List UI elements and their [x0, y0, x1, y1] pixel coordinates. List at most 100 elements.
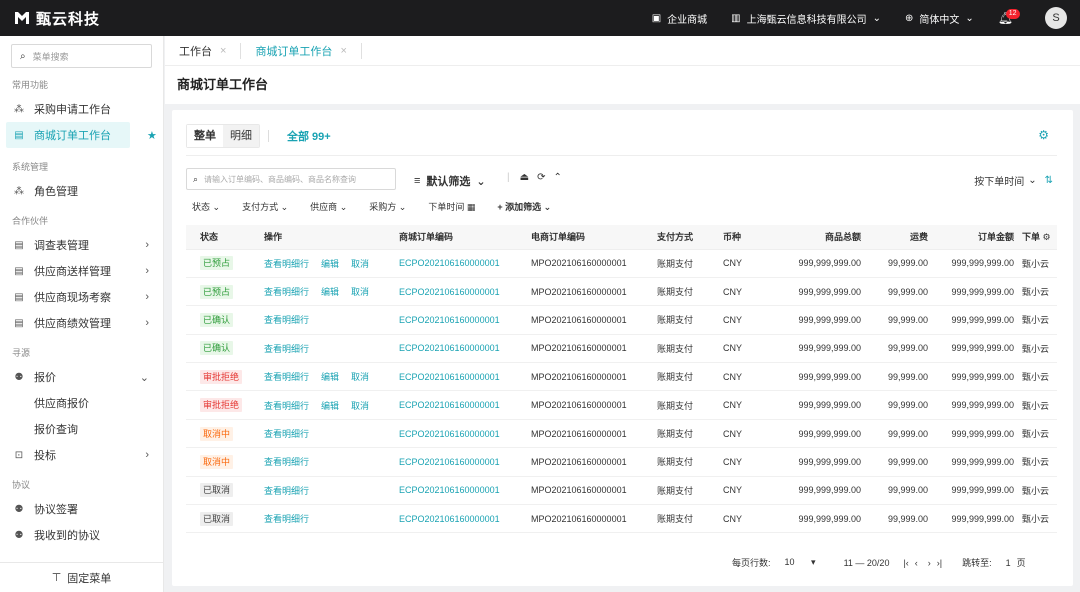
sidebar-item-agreement-sign[interactable]: ⚉ 协议签署	[0, 496, 163, 522]
view-details-link[interactable]: 查看明细行	[264, 344, 309, 354]
filter-buyer[interactable]: 采购方 ⌄	[369, 200, 406, 213]
first-page-icon[interactable]: |‹	[903, 558, 908, 568]
filter-status[interactable]: 状态 ⌄	[192, 200, 220, 213]
cancel-link[interactable]: 取消	[351, 259, 369, 269]
cancel-link[interactable]: 取消	[351, 287, 369, 297]
order-search-input[interactable]: ⌕ 请输入订单编码、商品编码、商品名称查询	[186, 168, 396, 190]
table-row[interactable]: 审批拒绝 查看明细行 编辑 取消 ECPO202106160000001 MPO20210…	[186, 390, 1057, 420]
view-details-link[interactable]: 查看明细行	[264, 514, 309, 524]
order-code-link[interactable]: ECPO202106160000001	[399, 343, 500, 353]
sidebar-item-quote[interactable]: ⚉ 报价 ⌄	[0, 364, 163, 390]
column-header-with-settings[interactable]: 下单 ⚙	[1022, 225, 1057, 250]
column-header[interactable]: 订单金额	[936, 225, 1022, 250]
order-code-link[interactable]: ECPO202106160000001	[399, 372, 500, 382]
tab-workbench[interactable]: 工作台 ×	[165, 42, 242, 59]
edit-link[interactable]: 编辑	[321, 259, 339, 269]
edit-link[interactable]: 编辑	[321, 401, 339, 411]
sort-order-icon[interactable]: ⇅	[1045, 175, 1053, 186]
order-code-link[interactable]: ECPO202106160000001	[399, 514, 500, 524]
sidebar-item-sample[interactable]: ▤ 供应商送样管理 ›	[0, 258, 163, 284]
table-row[interactable]: 已确认 查看明细行 ECPO202106160000001 MPO2021061600…	[186, 305, 1057, 335]
table-row[interactable]: 取消中 查看明细行 ECPO202106160000001 MPO2021061600…	[186, 419, 1057, 449]
sidebar-item-role-mgmt[interactable]: ⁂ 角色管理	[0, 178, 163, 204]
menu-search-input[interactable]: ⌕ 菜单搜索	[11, 44, 152, 68]
brand-logo[interactable]: 甄云科技	[14, 8, 100, 29]
page-range: 11 — 20/20	[843, 557, 890, 568]
column-header[interactable]: 电商订单编码	[531, 225, 657, 250]
tab-mall-order[interactable]: 商城订单工作台 ×	[241, 42, 362, 59]
notification-button[interactable]: 🔔︎ 12	[998, 9, 1020, 25]
order-code-link[interactable]: ECPO202106160000001	[399, 315, 500, 325]
column-header[interactable]: 运费	[869, 225, 936, 250]
page-input[interactable]: 1	[1006, 558, 1011, 568]
refresh-icon[interactable]: ⟳	[537, 172, 545, 183]
seg-detail[interactable]: 明细	[223, 125, 259, 147]
view-details-link[interactable]: 查看明细行	[264, 259, 309, 269]
sidebar-item-mall-order[interactable]: ▤ 商城订单工作台 ★	[6, 122, 157, 148]
filter-order-time[interactable]: 下单时间 ▦	[428, 200, 475, 213]
next-page-icon[interactable]: ›	[928, 558, 931, 568]
seg-whole-order[interactable]: 整单	[187, 125, 223, 147]
sidebar-item-onsite[interactable]: ▤ 供应商现场考察 ›	[0, 284, 163, 310]
default-filter-dropdown[interactable]: ≡ 默认筛选 ⌄	[414, 173, 486, 189]
pin-menu-button[interactable]: ⊤ 固定菜单	[0, 562, 163, 592]
prev-page-icon[interactable]: ‹	[915, 558, 918, 568]
view-details-link[interactable]: 查看明细行	[264, 372, 309, 382]
column-header[interactable]: 操作	[264, 225, 399, 250]
order-code-link[interactable]: ECPO202106160000001	[399, 258, 500, 268]
sidebar-item-purchase-request[interactable]: ⁂ 采购申请工作台	[0, 96, 163, 122]
view-details-link[interactable]: 查看明细行	[264, 429, 309, 439]
export-icon[interactable]: ⏏	[520, 172, 529, 183]
close-icon[interactable]: ×	[220, 45, 226, 57]
column-header[interactable]: 币种	[723, 225, 767, 250]
cancel-link[interactable]: 取消	[351, 372, 369, 382]
table-row[interactable]: 已预占 查看明细行 编辑 取消 ECPO202106160000001 MPO202106…	[186, 249, 1057, 278]
view-details-link[interactable]: 查看明细行	[264, 315, 309, 325]
sort-dropdown[interactable]: 按下单时间 ⌄ ⇅	[974, 173, 1053, 188]
language-selector[interactable]: ⊕ 简体中文 ⌄	[905, 11, 974, 26]
edit-link[interactable]: 编辑	[321, 372, 339, 382]
view-details-link[interactable]: 查看明细行	[264, 287, 309, 297]
view-details-link[interactable]: 查看明细行	[264, 401, 309, 411]
column-header[interactable]: 状态	[186, 225, 264, 250]
mall-link[interactable]: ▣ 企业商城	[652, 11, 707, 26]
order-code-link[interactable]: ECPO202106160000001	[399, 457, 500, 467]
table-row[interactable]: 已预占 查看明细行 编辑 取消 ECPO202106160000001 MPO202106…	[186, 277, 1057, 307]
company-selector[interactable]: ▥ 上海甄云信息科技有限公司 ⌄	[731, 11, 881, 26]
last-page-icon[interactable]: ›|	[937, 558, 942, 568]
sidebar-item-supplier-quote[interactable]: 供应商报价	[0, 390, 163, 416]
rows-per-page-select[interactable]: 10 ▾	[785, 557, 830, 568]
close-icon[interactable]: ×	[340, 45, 346, 57]
sidebar-item-performance[interactable]: ▤ 供应商绩效管理 ›	[0, 310, 163, 336]
table-row[interactable]: 已确认 查看明细行 ECPO202106160000001 MPO2021061600…	[186, 334, 1057, 364]
view-details-link[interactable]: 查看明细行	[264, 486, 309, 496]
gear-icon[interactable]: ⚙	[1043, 232, 1051, 242]
cancel-link[interactable]: 取消	[351, 401, 369, 411]
filter-payment[interactable]: 支付方式 ⌄	[242, 200, 288, 213]
add-filter-button[interactable]: + 添加筛选 ⌄	[497, 200, 551, 213]
column-header[interactable]: 商城订单编码	[399, 225, 531, 250]
column-header[interactable]: 支付方式	[657, 225, 723, 250]
table-row[interactable]: 已取消 查看明细行 ECPO202106160000001 MPO2021061600…	[186, 476, 1057, 506]
avatar[interactable]: S	[1045, 7, 1067, 29]
column-header[interactable]: 商品总额	[767, 225, 869, 250]
edit-link[interactable]: 编辑	[321, 287, 339, 297]
table-row[interactable]: 审批拒绝 查看明细行 编辑 取消 ECPO202106160000001 MPO20210…	[186, 362, 1057, 392]
sidebar-item-bid[interactable]: ⊡ 投标 ›	[0, 442, 163, 468]
all-count-tab[interactable]: 全部 99+	[287, 128, 331, 144]
order-code-link[interactable]: ECPO202106160000001	[399, 429, 500, 439]
star-icon[interactable]: ★	[147, 129, 157, 142]
actions-cell: 查看明细行 编辑 取消	[264, 249, 399, 278]
table-row[interactable]: 取消中 查看明细行 ECPO202106160000001 MPO2021061600…	[186, 447, 1057, 477]
sidebar-item-survey[interactable]: ▤ 调查表管理 ›	[0, 232, 163, 258]
sidebar-item-received-agreements[interactable]: ⚉ 我收到的协议	[0, 522, 163, 548]
order-code-link[interactable]: ECPO202106160000001	[399, 287, 500, 297]
view-details-link[interactable]: 查看明细行	[264, 457, 309, 467]
collapse-icon[interactable]: ⌃	[553, 172, 561, 183]
sidebar-item-quote-query[interactable]: 报价查询	[0, 416, 163, 442]
table-row[interactable]: 已取消 查看明细行 ECPO202106160000001 MPO2021061600…	[186, 504, 1057, 534]
filter-supplier[interactable]: 供应商 ⌄	[310, 200, 347, 213]
settings-gear-icon[interactable]: ⚙	[1038, 128, 1049, 142]
order-code-link[interactable]: ECPO202106160000001	[399, 485, 500, 495]
order-code-link[interactable]: ECPO202106160000001	[399, 400, 500, 410]
